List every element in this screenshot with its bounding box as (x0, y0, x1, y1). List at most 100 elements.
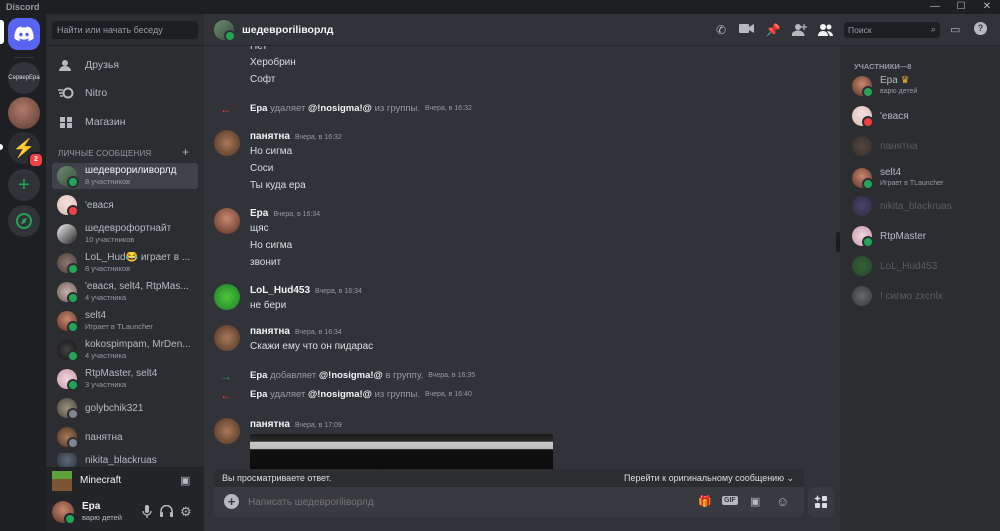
message-author[interactable]: LoL_Hud453 Вчера, в 16:34 (250, 285, 362, 296)
nav-nitro[interactable]: Nitro (52, 82, 198, 104)
avatar[interactable] (214, 130, 240, 156)
image-attachment[interactable] (250, 434, 553, 471)
member-list-icon[interactable] (817, 23, 833, 37)
divider (46, 45, 204, 46)
compass-icon (16, 213, 32, 229)
dm-avatar-server[interactable] (8, 97, 40, 129)
avatar (57, 224, 77, 244)
add-friend-icon[interactable] (790, 23, 807, 37)
apps-button[interactable] (808, 487, 834, 517)
avatar (852, 168, 874, 190)
jump-to-original-link[interactable]: Перейти к оригинальному сообщению ⌄ (624, 473, 794, 484)
nav-shop-label: Магазин (85, 116, 126, 128)
upload-plus-icon[interactable]: + (224, 494, 239, 509)
create-dm-button[interactable]: + (182, 145, 189, 159)
gif-icon[interactable]: GIF (722, 496, 738, 505)
dm-item[interactable]: RtpMaster, selt4 3 участника (52, 366, 198, 392)
member-item[interactable]: nikita_blackruas (852, 192, 992, 220)
help-icon[interactable]: ? (974, 22, 987, 35)
nitro-icon (58, 86, 74, 100)
avatar (852, 106, 874, 128)
message-line: Ты куда ера (250, 180, 306, 191)
inbox-icon[interactable]: ▭ (950, 23, 960, 36)
rail-divider (14, 57, 34, 58)
gift-icon[interactable]: 🎁 (698, 495, 712, 508)
activity-panel: Minecraft ▣ (46, 467, 204, 493)
avatar (852, 286, 872, 306)
avatar (57, 311, 79, 333)
mic-icon[interactable] (142, 505, 152, 521)
message-composer: + 🎁 GIF ▣ ☺ (214, 487, 804, 517)
message-input[interactable] (248, 494, 648, 510)
close-button[interactable]: ✕ (974, 0, 1000, 14)
search-box[interactable]: Поиск ⌕ (844, 22, 940, 38)
reply-bar: Вы просматриваете ответ. Перейти к ориги… (214, 469, 804, 487)
home-button[interactable] (8, 18, 40, 50)
dm-item[interactable]: selt4 Играет в TLauncher (52, 308, 198, 334)
avatar (57, 195, 79, 217)
message-line: Соси (250, 163, 274, 174)
app-title: Discord (6, 2, 40, 12)
avatar[interactable] (214, 208, 240, 234)
dm-item[interactable]: nikita_blackruas (52, 453, 198, 467)
add-server-button[interactable]: + (8, 169, 40, 201)
member-item[interactable]: 'евася (852, 102, 992, 130)
nav-shop[interactable]: Магазин (52, 111, 198, 133)
minimize-button[interactable]: — (922, 0, 948, 14)
dm-item[interactable]: шедеврофортнайт 10 участников (52, 221, 198, 247)
video-call-icon[interactable] (738, 23, 754, 37)
maximize-button[interactable]: ☐ (948, 0, 974, 14)
message-author[interactable]: панятна Вчера, в 16:32 (250, 131, 342, 142)
pin-icon[interactable]: 📌 (765, 23, 781, 37)
system-message: → Ера добавляет @!nosigma!@ в группу. Вч… (220, 368, 476, 383)
avatar (57, 398, 79, 420)
message-line: не бери (250, 300, 287, 311)
member-item[interactable]: selt4 Играет в TLauncher (852, 164, 992, 192)
search-icon: ⌕ (930, 24, 936, 34)
avatar (57, 453, 77, 467)
dm-item[interactable]: панятна (52, 424, 198, 450)
member-item[interactable]: ! сигмо zxcnlx (852, 282, 992, 310)
find-conversation-button[interactable]: Найти или начать беседу (52, 21, 198, 39)
user-avatar[interactable] (52, 501, 76, 525)
dm-sidebar: Найти или начать беседу Друзья Nitro Маг… (46, 14, 204, 531)
game-name: Minecraft (80, 475, 122, 486)
avatar[interactable] (214, 284, 240, 310)
system-message: ← Ера удаляет @!nosigma!@ из группы. Вче… (220, 101, 472, 116)
dm-item[interactable]: шедеврориливорлд 8 участников (52, 163, 198, 189)
dm-item[interactable]: golybchik321 (52, 395, 198, 421)
sticker-icon[interactable]: ▣ (750, 495, 760, 508)
voice-call-icon[interactable]: ✆ (713, 23, 729, 37)
member-item[interactable]: панятна (852, 132, 992, 160)
server-icon[interactable]: СерверЕра (8, 62, 40, 94)
friends-icon (58, 58, 74, 72)
message-author[interactable]: Ера Вчера, в 16:34 (250, 208, 320, 219)
settings-gear-icon[interactable]: ⚙ (180, 504, 192, 520)
dm-item[interactable]: kokospimpam, MrDen... 4 участника (52, 337, 198, 363)
headphones-icon[interactable] (160, 504, 173, 520)
avatar (852, 256, 872, 276)
message-author[interactable]: панятна Вчера, в 16:34 (250, 326, 342, 337)
emoji-icon[interactable]: ☺ (776, 494, 789, 509)
explore-servers-button[interactable] (8, 205, 40, 237)
crown-icon: ♛ (900, 75, 910, 86)
message-author[interactable]: панятна Вчера, в 17:09 (250, 419, 342, 430)
dm-item[interactable]: 'евася (52, 192, 198, 218)
member-header: Поиск ⌕ ▭ ? (840, 14, 1000, 46)
member-item[interactable]: LoL_Hud453 (852, 252, 992, 280)
avatar[interactable] (214, 325, 240, 351)
leave-arrow-icon: ← (220, 387, 232, 402)
nav-nitro-label: Nitro (85, 87, 108, 99)
nav-friends[interactable]: Друзья (52, 54, 198, 76)
avatar (852, 136, 872, 156)
user-name: Ера (82, 501, 101, 512)
dm-item[interactable]: 'евася, selt4, RtpMas... 4 участника (52, 279, 198, 305)
streamer-icon[interactable]: ▣ (180, 474, 190, 487)
member-item[interactable]: RtpMaster (852, 222, 992, 250)
dm-item[interactable]: LoL_Hud😂 играет в ... 8 участников (52, 250, 198, 276)
members-header: УЧАСТНИКИ—8 (854, 62, 912, 71)
member-item[interactable]: Ера ♛ варю детей (852, 72, 992, 100)
avatar[interactable] (214, 418, 240, 444)
chat-area: шедевроriliворлд ✆ 📌 Нет Херобрин Софт ←… (204, 14, 840, 531)
dm-section-header: ЛИЧНЫЕ СООБЩЕНИЯ (58, 149, 152, 158)
